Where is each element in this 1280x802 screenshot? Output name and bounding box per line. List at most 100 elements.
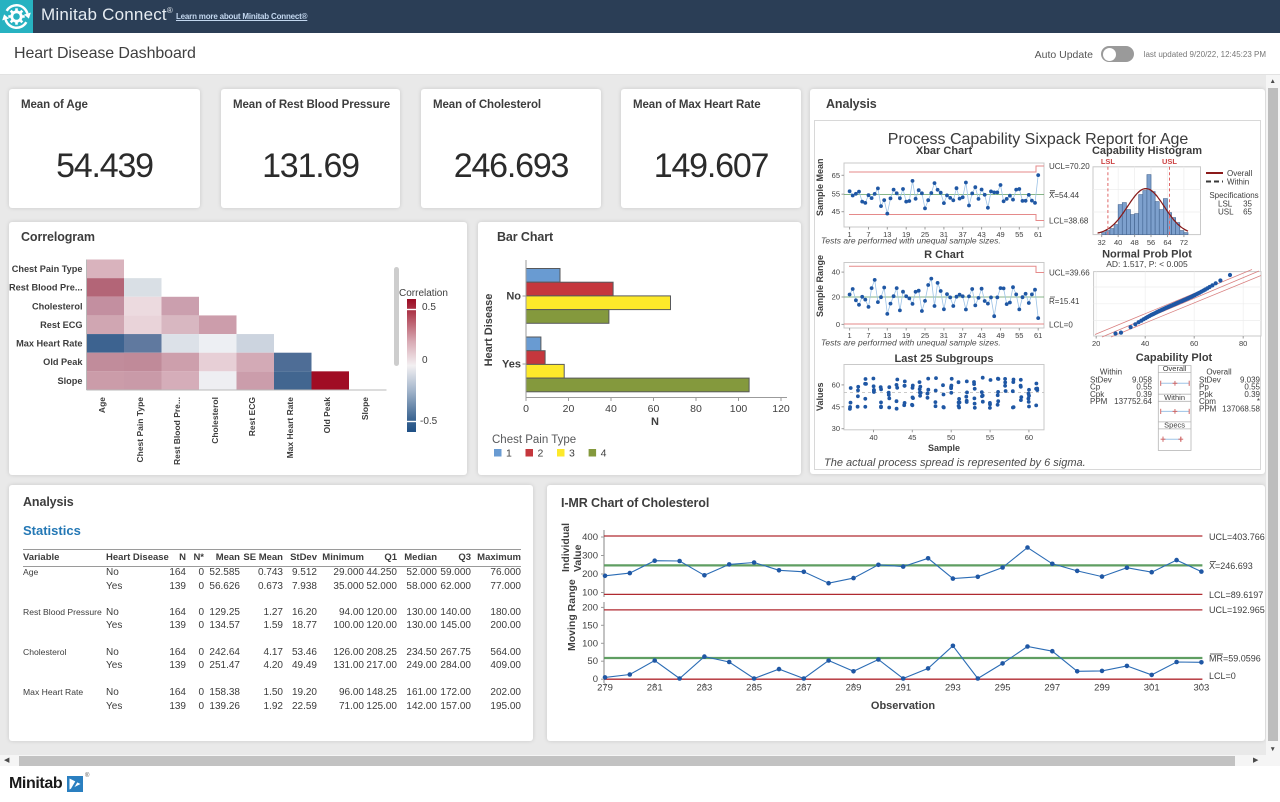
svg-text:LCL=89.6197: LCL=89.6197 (1209, 590, 1263, 600)
svg-text:Rest Blood Pre...: Rest Blood Pre... (172, 397, 182, 465)
svg-text:45: 45 (908, 433, 916, 442)
svg-text:Slope: Slope (360, 397, 370, 420)
svg-text:Sample Mean: Sample Mean (815, 158, 825, 216)
svg-text:LCL=38.68: LCL=38.68 (1049, 217, 1089, 226)
svg-text:40: 40 (605, 403, 617, 415)
svg-text:297: 297 (1044, 683, 1060, 694)
svg-text:56: 56 (1147, 238, 1155, 247)
svg-text:Old Peak: Old Peak (43, 357, 83, 367)
svg-text:120: 120 (772, 403, 790, 415)
svg-text:Tests are performed with unequ: Tests are performed with unequal sample … (821, 236, 1001, 246)
svg-text:LCL=0: LCL=0 (1049, 321, 1073, 330)
svg-text:AD: 1.517, P: < 0.005: AD: 1.517, P: < 0.005 (1106, 259, 1188, 269)
svg-text:LSL: LSL (1101, 157, 1116, 166)
svg-text:Chest Pain Type: Chest Pain Type (12, 264, 83, 274)
svg-text:USL: USL (1162, 157, 1177, 166)
svg-text:Age: Age (97, 397, 107, 413)
svg-text:0.5: 0.5 (422, 302, 436, 313)
svg-text:285: 285 (746, 683, 762, 694)
svg-text:55: 55 (986, 433, 994, 442)
svg-text:PPM: PPM (1199, 404, 1217, 413)
svg-text:N: N (651, 416, 659, 428)
svg-text:Rest ECG: Rest ECG (40, 320, 82, 330)
svg-text:20: 20 (832, 293, 840, 302)
svg-text:137752.64: 137752.64 (1114, 397, 1152, 406)
svg-text:60: 60 (832, 380, 840, 389)
svg-text:1: 1 (506, 448, 512, 460)
svg-text:UCL=39.66: UCL=39.66 (1049, 269, 1090, 278)
svg-text:287: 287 (796, 683, 812, 694)
svg-text:UCL=403.766: UCL=403.766 (1209, 532, 1265, 542)
svg-text:Capability Plot: Capability Plot (1136, 352, 1213, 364)
svg-text:LCL=0: LCL=0 (1209, 671, 1236, 681)
svg-text:Slope: Slope (57, 376, 82, 386)
svg-text:-0.5: -0.5 (420, 416, 438, 427)
svg-text:61: 61 (1034, 331, 1042, 340)
svg-text:Cholesterol: Cholesterol (210, 397, 220, 444)
svg-text:299: 299 (1094, 683, 1110, 694)
svg-text:Within: Within (1164, 393, 1185, 402)
svg-text:50: 50 (587, 656, 598, 667)
svg-text:80: 80 (690, 403, 702, 415)
svg-text:Yes: Yes (502, 359, 521, 371)
svg-text:55: 55 (1015, 230, 1023, 239)
svg-text:20: 20 (1092, 339, 1100, 348)
svg-text:R=15.41: R=15.41 (1049, 297, 1080, 306)
svg-text:UCL=70.20: UCL=70.20 (1049, 162, 1090, 171)
svg-text:Last 25 Subgroups: Last 25 Subgroups (894, 353, 993, 365)
svg-text:Value: Value (572, 544, 584, 572)
svg-text:Cholesterol: Cholesterol (32, 301, 83, 311)
svg-text:100: 100 (730, 403, 748, 415)
svg-text:Individual: Individual (560, 523, 572, 572)
svg-text:60: 60 (648, 403, 660, 415)
svg-text:Rest ECG: Rest ECG (247, 397, 257, 437)
svg-text:2: 2 (538, 448, 544, 460)
svg-text:Max Heart Rate: Max Heart Rate (285, 397, 295, 459)
svg-text:283: 283 (696, 683, 712, 694)
svg-text:60: 60 (1025, 433, 1033, 442)
svg-text:20: 20 (563, 403, 575, 415)
svg-text:0: 0 (422, 355, 428, 366)
svg-text:Values: Values (815, 382, 825, 411)
svg-text:0: 0 (836, 320, 840, 329)
svg-text:No: No (506, 291, 521, 303)
svg-text:Heart Disease: Heart Disease (483, 294, 495, 367)
svg-text:72: 72 (1180, 238, 1188, 247)
svg-text:Old Peak: Old Peak (322, 397, 332, 434)
svg-text:Max Heart Rate: Max Heart Rate (16, 339, 82, 349)
svg-text:60: 60 (1190, 339, 1198, 348)
svg-text:400: 400 (582, 532, 598, 543)
svg-text:Overall: Overall (1163, 364, 1187, 373)
svg-text:150: 150 (582, 620, 598, 631)
svg-text:300: 300 (582, 551, 598, 562)
svg-text:MR=59.0596: MR=59.0596 (1209, 654, 1261, 664)
svg-text:32: 32 (1098, 238, 1106, 247)
svg-text:3: 3 (569, 448, 575, 460)
svg-text:Chest Pain Type: Chest Pain Type (135, 397, 145, 463)
svg-text:137068.58: 137068.58 (1222, 404, 1260, 413)
svg-text:Within: Within (1227, 178, 1249, 187)
svg-text:45: 45 (832, 402, 840, 411)
svg-text:Correlation: Correlation (399, 288, 448, 299)
svg-text:Sample Range: Sample Range (815, 255, 825, 317)
svg-text:55: 55 (832, 190, 840, 199)
svg-text:100: 100 (582, 638, 598, 649)
svg-text:64: 64 (1163, 238, 1171, 247)
svg-text:30: 30 (832, 424, 840, 433)
svg-text:UCL=192.965: UCL=192.965 (1209, 605, 1265, 615)
svg-text:50: 50 (947, 433, 955, 442)
svg-text:Rest Blood Pre...: Rest Blood Pre... (9, 283, 83, 293)
svg-text:65: 65 (832, 171, 840, 180)
svg-text:279: 279 (597, 683, 613, 694)
svg-text:Chest Pain Type: Chest Pain Type (492, 434, 576, 446)
svg-text:Capability Histogram: Capability Histogram (1092, 145, 1202, 157)
svg-text:295: 295 (995, 683, 1011, 694)
svg-text:USL: USL (1218, 208, 1234, 217)
svg-text:R Chart: R Chart (924, 249, 964, 261)
svg-text:303: 303 (1193, 683, 1209, 694)
svg-text:40: 40 (832, 268, 840, 277)
svg-text:Tests are performed with unequ: Tests are performed with unequal sample … (821, 338, 1001, 348)
svg-text:289: 289 (846, 683, 862, 694)
svg-text:61: 61 (1034, 230, 1042, 239)
svg-text:200: 200 (582, 569, 598, 580)
